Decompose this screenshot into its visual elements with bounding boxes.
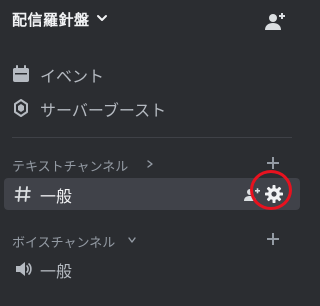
channel-item-general-voice[interactable]: 一般 — [4, 253, 300, 285]
category-label: ボイスチャンネル — [12, 236, 116, 251]
hash-icon — [14, 186, 31, 202]
chevron-right-icon — [147, 160, 153, 168]
chevron-down-icon[interactable] — [96, 13, 108, 23]
menu-item-label: サーバーブースト — [40, 101, 167, 120]
channel-label: 一般 — [40, 187, 73, 206]
invite-people-icon[interactable] — [264, 11, 286, 33]
server-header[interactable]: 配信羅針盤 — [0, 0, 304, 44]
boost-icon — [14, 99, 28, 117]
menu-item-events[interactable]: イベント — [0, 59, 304, 89]
menu-item-label: イベント — [40, 67, 105, 86]
divider — [12, 137, 292, 138]
chevron-down-icon — [128, 237, 136, 243]
category-text-channels[interactable]: テキストチャンネル — [0, 153, 304, 175]
category-voice-channels[interactable]: ボイスチャンネル — [0, 229, 304, 251]
category-label: テキストチャンネル — [12, 160, 129, 175]
speaker-icon — [16, 262, 32, 276]
create-invite-icon[interactable] — [244, 187, 260, 203]
channel-label: 一般 — [40, 262, 73, 281]
menu-item-server-boost[interactable]: サーバーブースト — [0, 93, 304, 123]
create-channel-icon[interactable] — [266, 156, 280, 170]
gear-icon[interactable] — [264, 184, 284, 204]
channel-item-general-text[interactable]: 一般 — [4, 178, 300, 210]
server-name[interactable]: 配信羅針盤 — [12, 9, 90, 30]
calendar-icon — [13, 65, 29, 82]
create-channel-icon[interactable] — [266, 232, 280, 246]
